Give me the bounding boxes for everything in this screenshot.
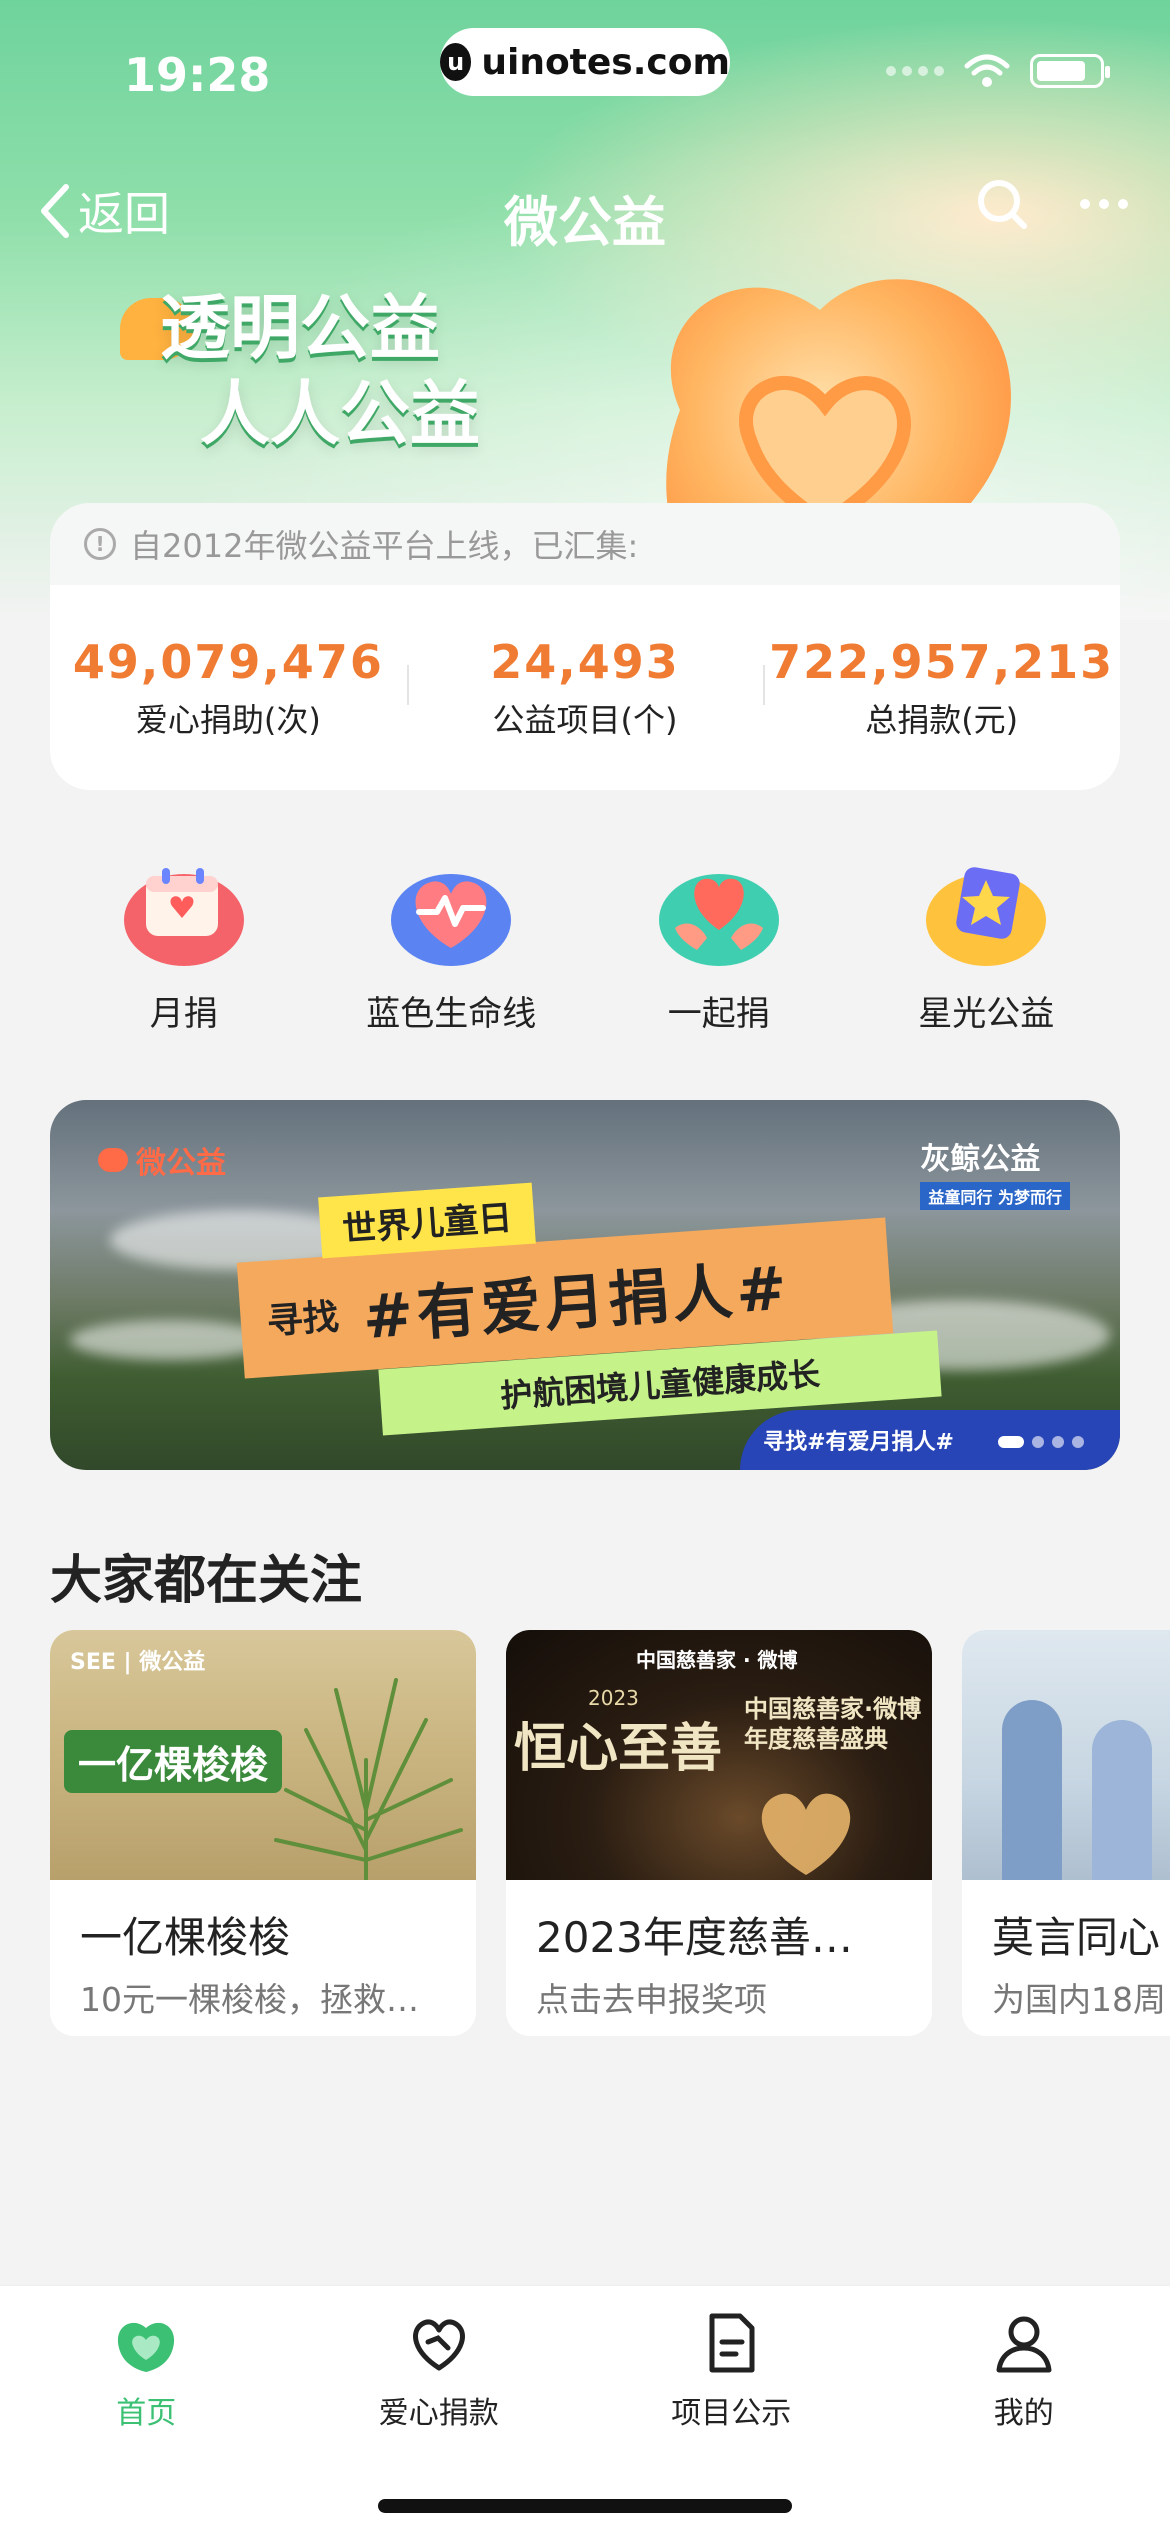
promo-banner[interactable]: 微公益 灰鲸公益 益童同行 为梦而行 寻找 #有爱月捐人# 世界儿童日 护航困境… — [50, 1100, 1120, 1470]
slogan-line-1: 透明公益 — [160, 285, 480, 371]
hands-heart-icon — [657, 858, 781, 968]
url-text: uinotes.com — [481, 42, 730, 83]
mist-decoration — [70, 1320, 270, 1360]
card-image — [962, 1630, 1170, 1880]
banner-brand-left: 微公益 — [98, 1138, 226, 1182]
card-project[interactable]: SEE | 微公益 一亿棵梭梭 一亿棵梭梭 10元一棵梭梭，拯救… — [50, 1630, 476, 2036]
home-indicator — [378, 2499, 792, 2513]
stat-label: 爱心捐助(次) — [50, 695, 407, 741]
star-badge-icon — [924, 858, 1048, 968]
card-image-brand: 中国慈善家 · 微博 — [636, 1644, 798, 1673]
search-icon[interactable] — [974, 176, 1030, 232]
tab-label: 首页 — [116, 2388, 176, 2432]
status-icons — [886, 54, 1104, 88]
uinotes-logo-icon: u — [440, 43, 471, 81]
banner-brand-right-sub: 益童同行 为梦而行 — [920, 1182, 1070, 1210]
nav-bar: 返回 微公益 — [0, 170, 1170, 250]
banner-corner-text: 寻找#有爱月捐人# — [763, 1424, 954, 1456]
tab-label: 我的 — [994, 2388, 1054, 2432]
stat-total-amount: 722,957,213 总捐款(元) — [763, 635, 1120, 741]
section-title: 大家都在关注 — [50, 1538, 362, 1613]
tab-label: 项目公示 — [671, 2388, 791, 2432]
hospital-scene-illustration — [1002, 1700, 1062, 1880]
plant-illustration — [266, 1670, 466, 1880]
more-icon[interactable] — [1080, 199, 1128, 209]
entry-monthly-donation[interactable]: 月捐 — [50, 858, 318, 1035]
calendar-heart-icon — [122, 858, 246, 968]
entry-label: 一起捐 — [668, 986, 770, 1035]
banner-brand-right-text: 灰鲸公益 — [920, 1142, 1040, 1177]
stat-donations: 49,079,476 爱心捐助(次) — [50, 635, 407, 741]
hero-slogan: 透明公益 人人公益 — [160, 285, 480, 457]
stat-value: 49,079,476 — [50, 635, 407, 689]
card-image-brand: SEE | 微公益 — [70, 1644, 205, 1676]
banner-tag-main: #有爱月捐人# — [359, 1239, 793, 1356]
banner-brand-right: 灰鲸公益 益童同行 为梦而行 — [920, 1134, 1070, 1210]
entry-blue-lifeline[interactable]: 蓝色生命线 — [318, 858, 586, 1035]
card-image: SEE | 微公益 一亿棵梭梭 — [50, 1630, 476, 1880]
card-subtitle: 点击去申报奖项 — [506, 1965, 932, 2021]
heart-icon — [404, 2308, 474, 2378]
quick-entries: 月捐 蓝色生命线 一起捐 星光公益 — [50, 858, 1120, 1035]
entry-label: 星光公益 — [918, 986, 1054, 1035]
info-icon: ! — [84, 528, 116, 560]
card-subtitle: 10元一棵梭梭，拯救… — [50, 1965, 476, 2021]
signal-icon — [886, 66, 944, 76]
card-project[interactable]: 莫言同心 为国内18周 — [962, 1630, 1170, 2036]
card-image-caption: 中国慈善家·微博 年度慈善盛典 — [744, 1694, 924, 1754]
banner-pagination — [998, 1436, 1084, 1448]
hospital-scene-illustration — [1092, 1720, 1152, 1880]
entry-label: 蓝色生命线 — [366, 986, 536, 1035]
stat-label: 总捐款(元) — [763, 695, 1120, 741]
tab-label: 爱心捐款 — [379, 2388, 499, 2432]
stat-value: 24,493 — [407, 635, 764, 689]
heartbeat-icon — [389, 858, 513, 968]
tab-projects[interactable]: 项目公示 — [585, 2286, 878, 2446]
entry-label: 月捐 — [150, 986, 218, 1035]
home-heart-icon — [111, 2308, 181, 2378]
stats-header-text: 自2012年微公益平台上线，已汇集: — [130, 521, 638, 567]
slogan-line-2: 人人公益 — [160, 371, 480, 457]
card-image-text: 恒心至善 — [514, 1706, 722, 1781]
card-title: 莫言同心 — [962, 1880, 1170, 1965]
entry-donate-together[interactable]: 一起捐 — [585, 858, 853, 1035]
card-project[interactable]: 中国慈善家 · 微博 2023 恒心至善 中国慈善家·微博 年度慈善盛典 202… — [506, 1630, 932, 2036]
banner-tag-prefix: 寻找 — [265, 1288, 340, 1345]
stat-label: 公益项目(个) — [407, 695, 764, 741]
card-image-text: 一亿棵梭梭 — [64, 1730, 282, 1793]
banner-brand-left-text: 微公益 — [136, 1138, 226, 1182]
card-title: 一亿棵梭梭 — [50, 1880, 476, 1965]
url-pill: u uinotes.com — [440, 28, 730, 96]
featured-cards: SEE | 微公益 一亿棵梭梭 一亿棵梭梭 10元一棵梭梭，拯救… 中国慈善家 … — [50, 1630, 1170, 2036]
tab-profile[interactable]: 我的 — [878, 2286, 1170, 2446]
stats-card: ! 自2012年微公益平台上线，已汇集: 49,079,476 爱心捐助(次) … — [50, 503, 1120, 790]
status-time: 19:28 — [124, 48, 270, 102]
card-subtitle: 为国内18周 — [962, 1965, 1170, 2021]
stat-value: 722,957,213 — [763, 635, 1120, 689]
weibo-charity-logo-icon — [98, 1148, 128, 1172]
stat-projects: 24,493 公益项目(个) — [407, 635, 764, 741]
battery-icon — [1030, 54, 1104, 88]
wifi-icon — [964, 54, 1010, 88]
card-title: 2023年度慈善… — [506, 1880, 932, 1965]
tab-home[interactable]: 首页 — [0, 2286, 293, 2446]
document-icon — [696, 2308, 766, 2378]
tab-bar: 首页 爱心捐款 项目公示 我的 — [0, 2285, 1170, 2533]
user-icon — [989, 2308, 1059, 2378]
stats-header: ! 自2012年微公益平台上线，已汇集: — [50, 503, 1120, 585]
tab-donate[interactable]: 爱心捐款 — [293, 2286, 586, 2446]
entry-starlight-charity[interactable]: 星光公益 — [853, 858, 1121, 1035]
card-image: 中国慈善家 · 微博 2023 恒心至善 中国慈善家·微博 年度慈善盛典 — [506, 1630, 932, 1880]
gold-heart-illustration — [746, 1780, 866, 1880]
